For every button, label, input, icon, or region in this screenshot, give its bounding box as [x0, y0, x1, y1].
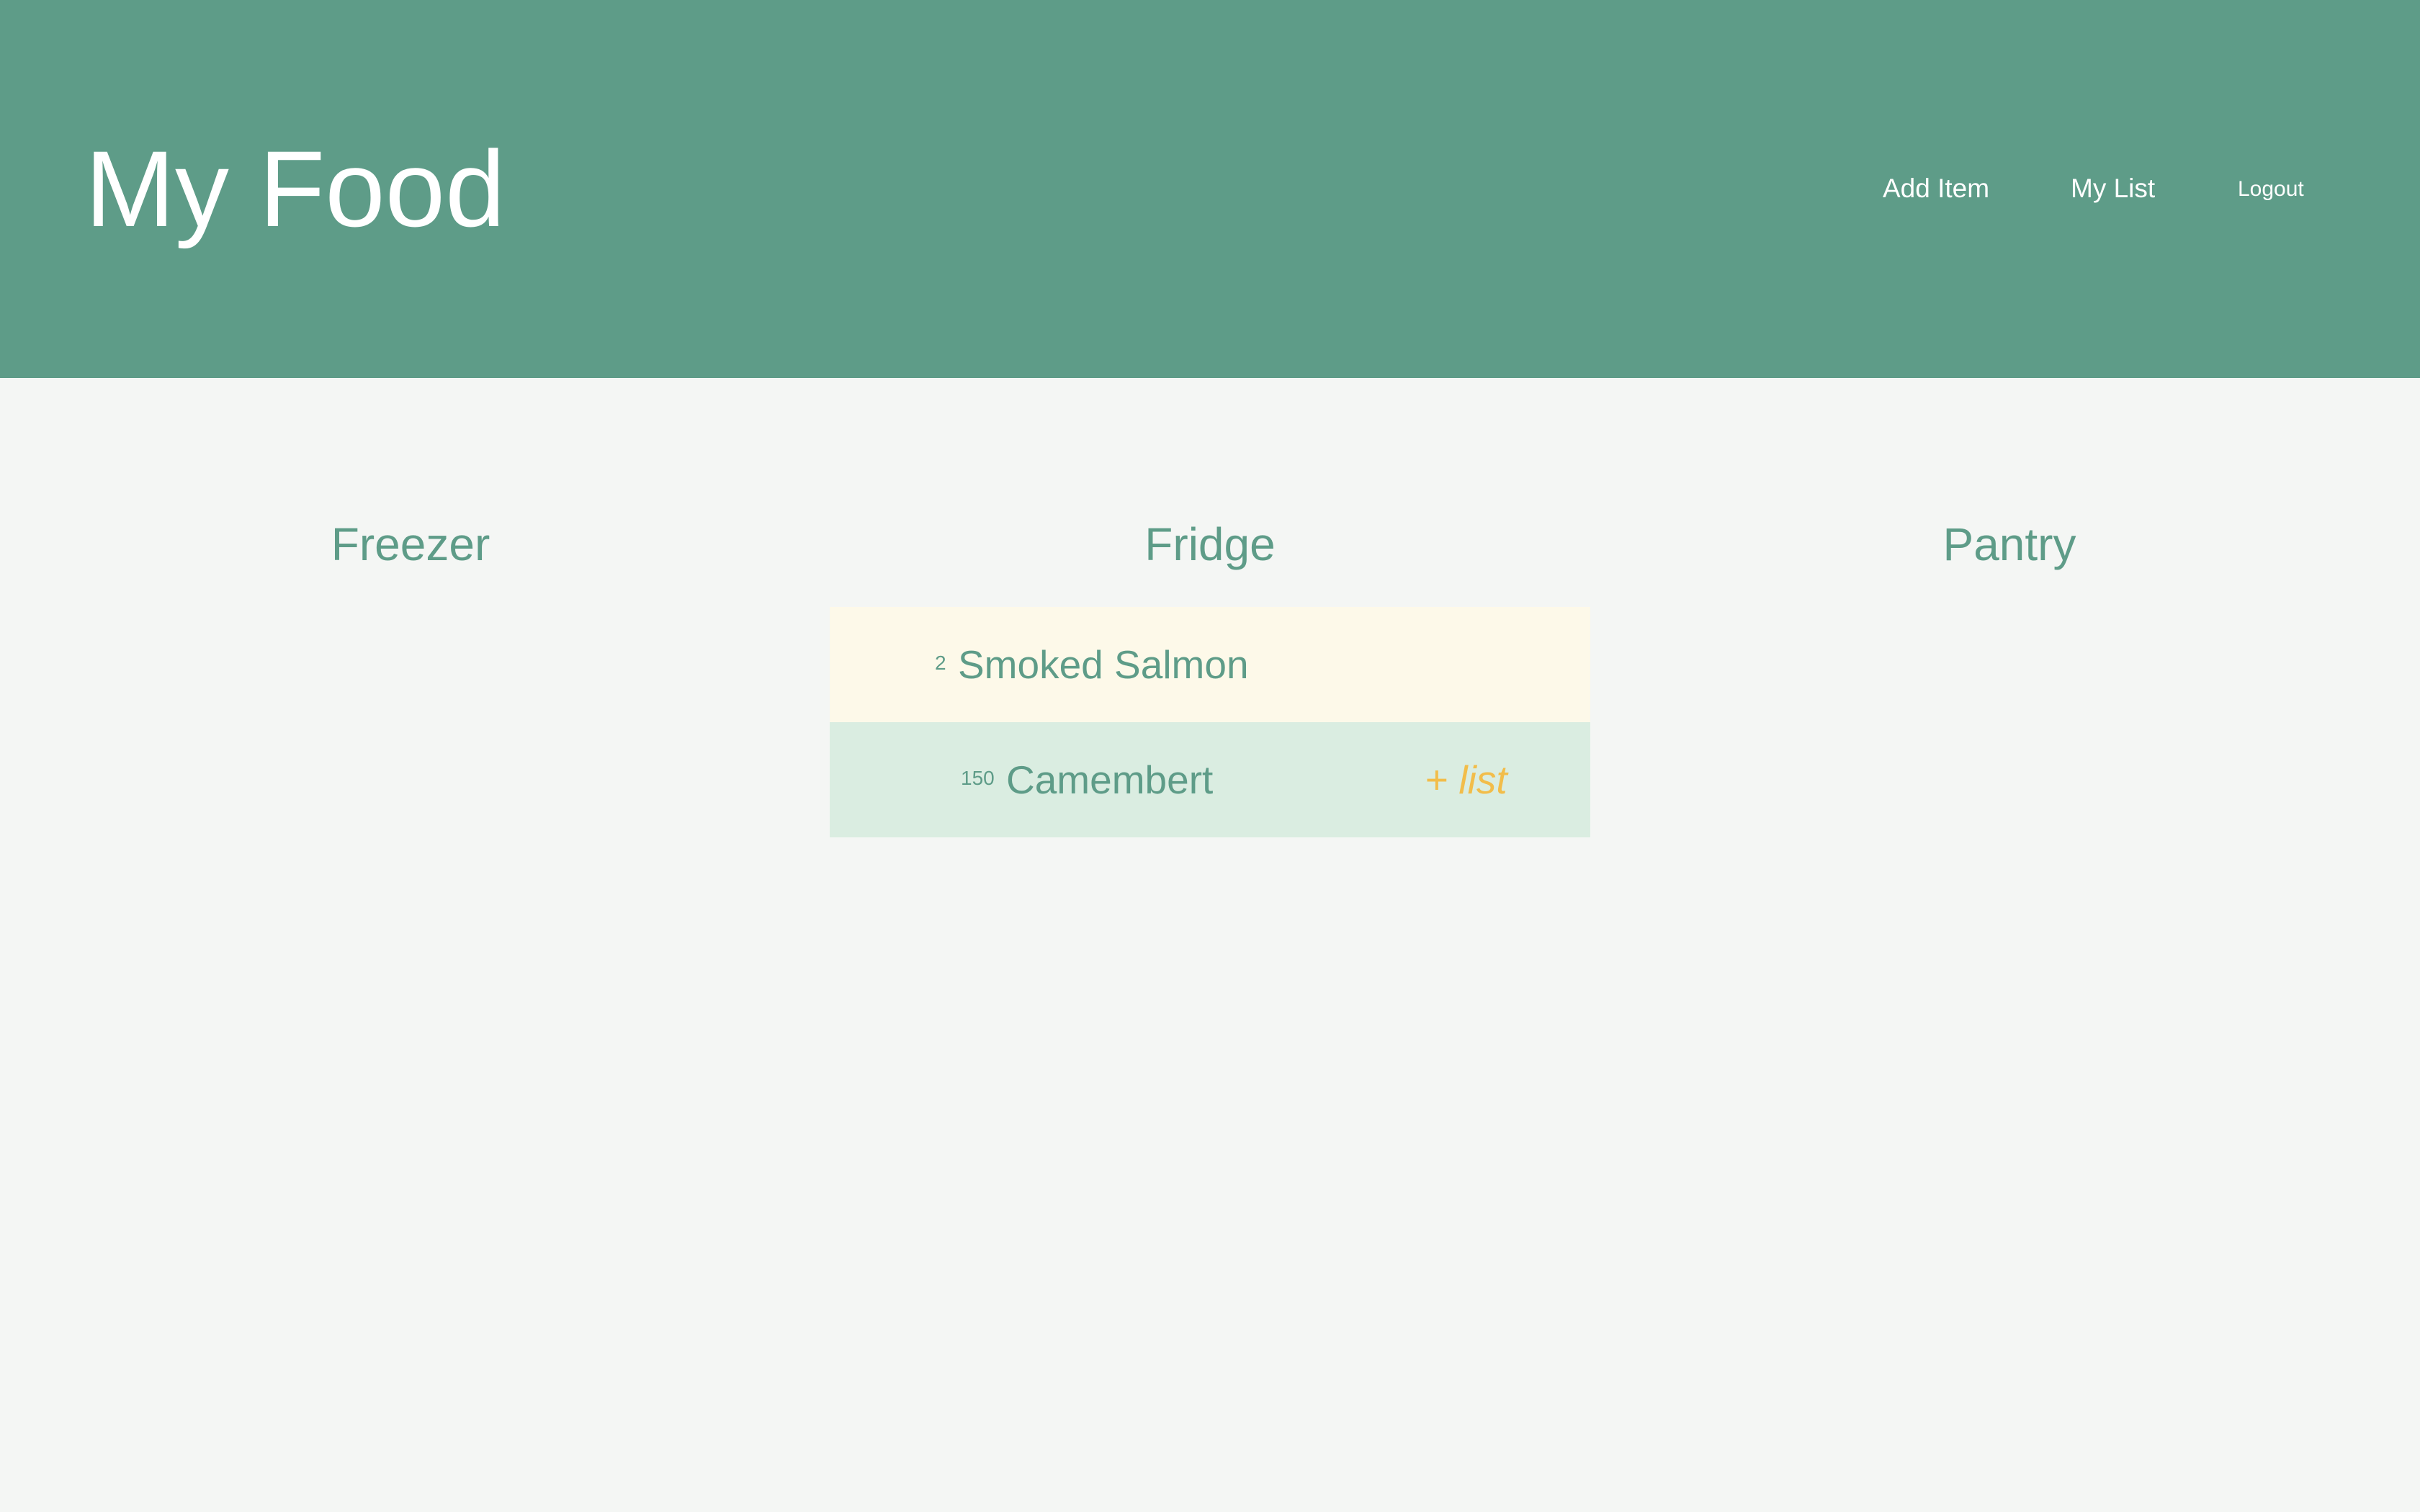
nav-add-item-link[interactable]: Add Item	[1883, 173, 1989, 204]
app-header: My Food Add Item My List Logout	[0, 0, 2420, 378]
nav-my-list-link[interactable]: My List	[2071, 173, 2155, 204]
item-name: Smoked Salmon	[958, 642, 1249, 687]
fridge-item-row[interactable]: 2 Smoked Salmon	[830, 607, 1590, 722]
fridge-item-row[interactable]: 150 Camembert + list	[830, 722, 1590, 837]
item-quantity: 150	[961, 767, 995, 789]
item-name: Camembert	[1006, 757, 1214, 802]
item-quantity: 2	[935, 652, 946, 674]
freezer-heading: Freezer	[331, 518, 490, 570]
app-title: My Food	[85, 128, 506, 249]
nav-logout-link[interactable]: Logout	[2238, 176, 2304, 202]
fridge-heading: Fridge	[1144, 518, 1276, 570]
pantry-heading: Pantry	[1942, 518, 2076, 570]
add-to-list-button[interactable]: + list	[1425, 757, 1507, 803]
